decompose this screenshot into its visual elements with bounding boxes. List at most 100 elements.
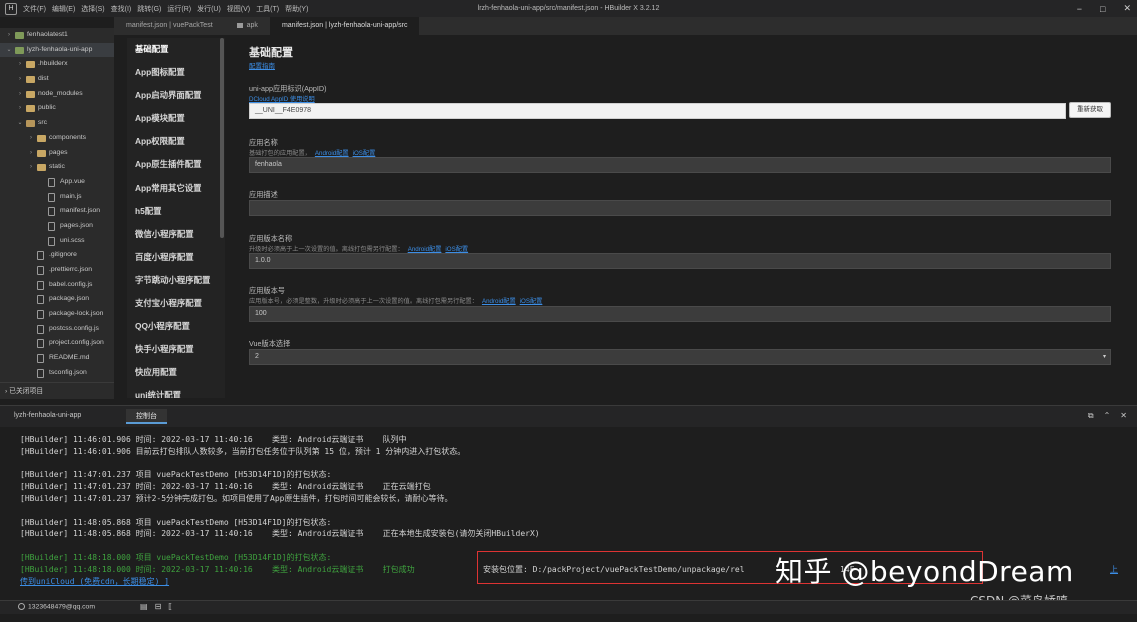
menu-item[interactable]: 选择(S) xyxy=(81,4,104,14)
refetch-appid-button[interactable]: 重新获取 xyxy=(1069,102,1111,118)
tree-item[interactable]: ⌄ src xyxy=(0,116,114,131)
tree-item[interactable]: › node_modules xyxy=(0,87,114,102)
chevron-right-icon[interactable]: › xyxy=(16,57,24,72)
tree-item[interactable]: README.md xyxy=(0,351,114,366)
tab-console[interactable]: 控制台 xyxy=(126,409,167,424)
appid-input[interactable]: __UNI__F4E0978 xyxy=(249,103,1066,119)
tree-item[interactable]: manifest.json xyxy=(0,204,114,219)
status-list-icon[interactable]: ▤ xyxy=(140,602,148,611)
chevron-down-icon[interactable]: ⌄ xyxy=(5,43,13,58)
tree-item[interactable]: › static xyxy=(0,160,114,175)
config-nav-item[interactable]: 微信小程序配置 xyxy=(127,223,225,246)
chevron-right-icon[interactable]: › xyxy=(16,72,24,87)
tree-item[interactable]: › pages xyxy=(0,146,114,161)
version-name-input[interactable]: 1.0.0 xyxy=(249,253,1111,269)
tree-item[interactable]: .gitignore xyxy=(0,248,114,263)
config-nav-item[interactable]: App权限配置 xyxy=(127,130,225,153)
panel-collapse-icon[interactable]: ⌃ xyxy=(1104,411,1111,421)
config-nav-item[interactable]: App原生插件配置 xyxy=(127,153,225,176)
tree-item[interactable]: › public xyxy=(0,101,114,116)
config-nav-item[interactable]: 字节跳动小程序配置 xyxy=(127,269,225,292)
menu-item[interactable]: 工具(T) xyxy=(256,4,279,14)
tree-item[interactable]: App.vue xyxy=(0,175,114,190)
version-code-input[interactable]: 100 xyxy=(249,306,1111,322)
close-icon[interactable]: ✕ xyxy=(1123,3,1131,14)
closed-projects-item[interactable]: › 已关闭项目 xyxy=(0,382,114,399)
chevron-right-icon[interactable]: › xyxy=(27,160,35,175)
install-path-text[interactable]: 安装包位置: D:/packProject/vuePackTestDemo/un… xyxy=(483,564,745,576)
config-nav-item[interactable]: 快应用配置 xyxy=(127,361,225,384)
menu-item[interactable]: 帮助(Y) xyxy=(285,4,308,14)
tree-item[interactable]: › fenhaolatest1 xyxy=(0,28,114,43)
maximize-icon[interactable]: □ xyxy=(1100,4,1105,14)
version-name-android-link[interactable]: Android配置 xyxy=(408,246,442,253)
tree-item[interactable]: pages.json xyxy=(0,219,114,234)
vue-version-select[interactable]: 2 ▾ xyxy=(249,349,1111,365)
config-guide-link[interactable]: 配置指南 xyxy=(249,60,275,70)
config-nav-item[interactable]: 支付宝小程序配置 xyxy=(127,292,225,315)
tree-item[interactable]: uni.scss xyxy=(0,234,114,249)
tree-item[interactable]: package-lock.json xyxy=(0,307,114,322)
config-nav-item[interactable]: h5配置 xyxy=(127,200,225,223)
config-nav-scrollbar[interactable] xyxy=(220,38,224,238)
status-bracket-icon[interactable]: ⟦ xyxy=(168,602,172,611)
tree-item[interactable]: tsconfig.json xyxy=(0,366,114,381)
folder-icon xyxy=(26,105,35,113)
config-nav-item[interactable]: App图标配置 xyxy=(127,61,225,84)
app-name-input[interactable]: fenhaola xyxy=(249,157,1111,173)
menu-item[interactable]: 文件(F) xyxy=(23,4,46,14)
status-user[interactable]: 1323648479@qq.com xyxy=(18,603,95,610)
menu-item[interactable]: 编辑(E) xyxy=(52,4,75,14)
chevron-right-icon[interactable]: › xyxy=(16,87,24,102)
tree-item[interactable]: main.js xyxy=(0,190,114,205)
config-nav-item[interactable]: App常用其它设置 xyxy=(127,177,225,200)
app-name-android-link[interactable]: Android配置 xyxy=(315,150,349,157)
version-code-android-link[interactable]: Android配置 xyxy=(482,298,516,305)
menu-item[interactable]: 运行(R) xyxy=(167,4,191,14)
tree-item[interactable]: postcss.config.js xyxy=(0,322,114,337)
tree-item[interactable]: package.json xyxy=(0,292,114,307)
menu-item[interactable]: 视图(V) xyxy=(227,4,250,14)
menu-item[interactable]: 发行(U) xyxy=(197,4,221,14)
chevron-down-icon[interactable]: ⌄ xyxy=(16,116,24,131)
status-panel-icon[interactable]: ⊟ xyxy=(155,602,162,611)
console-line[interactable]: 传到uniCloud (免费cdn，长期稳定) ] xyxy=(20,576,169,588)
config-nav-item[interactable]: App启动界面配置 xyxy=(127,84,225,107)
version-name-ios-link[interactable]: iOS配置 xyxy=(445,246,468,253)
file-icon xyxy=(48,236,55,246)
tree-item[interactable]: › dist xyxy=(0,72,114,87)
config-nav-item[interactable]: uni统计配置 xyxy=(127,384,225,398)
config-nav-item[interactable]: 基础配置 xyxy=(127,38,225,61)
editor-tab[interactable]: manifest.json | lyzh-fenhaola-uni-app/sr… xyxy=(269,17,420,35)
config-nav-item[interactable]: App模块配置 xyxy=(127,107,225,130)
editor-tab[interactable]: manifest.json | vuePackTest xyxy=(114,17,225,35)
menu-item[interactable]: 查找(I) xyxy=(111,4,132,14)
file-icon xyxy=(37,354,44,364)
editor-tab[interactable]: apk xyxy=(225,17,270,35)
version-code-ios-link[interactable]: iOS配置 xyxy=(520,298,543,305)
panel-close-icon[interactable]: ✕ xyxy=(1120,411,1127,421)
chevron-right-icon[interactable]: › xyxy=(5,28,13,43)
chevron-right-icon[interactable]: › xyxy=(27,146,35,161)
console-project-label[interactable]: lyzh-fenhaola-uni-app xyxy=(14,412,81,419)
upload-link-tail[interactable]: 上 xyxy=(1110,564,1118,576)
config-nav-item[interactable]: 快手小程序配置 xyxy=(127,338,225,361)
appid-help-link[interactable]: DCloud AppID 使用说明 xyxy=(249,94,315,103)
tree-item[interactable]: babel.config.js xyxy=(0,278,114,293)
console-line: [HBuilder] 11:47:01.237 项目 vuePackTestDe… xyxy=(20,470,332,480)
tree-item-label: manifest.json xyxy=(60,207,101,215)
chevron-right-icon[interactable]: › xyxy=(16,101,24,116)
menu-item[interactable]: 跳转(G) xyxy=(137,4,161,14)
tree-item[interactable]: project.config.json xyxy=(0,336,114,351)
config-nav-item[interactable]: 百度小程序配置 xyxy=(127,246,225,269)
tree-item[interactable]: › components xyxy=(0,131,114,146)
app-name-ios-link[interactable]: iOS配置 xyxy=(353,150,376,157)
tree-item[interactable]: › .hbuilderx xyxy=(0,57,114,72)
config-nav-item[interactable]: QQ小程序配置 xyxy=(127,315,225,338)
tree-item[interactable]: .prettierrc.json xyxy=(0,263,114,278)
panel-detach-icon[interactable]: ⧉ xyxy=(1088,411,1094,421)
tree-item[interactable]: ⌄ lyzh-fenhaola-uni-app xyxy=(0,42,114,58)
chevron-right-icon[interactable]: › xyxy=(27,131,35,146)
minimize-icon[interactable]: − xyxy=(1077,4,1082,14)
app-desc-input[interactable] xyxy=(249,200,1111,216)
